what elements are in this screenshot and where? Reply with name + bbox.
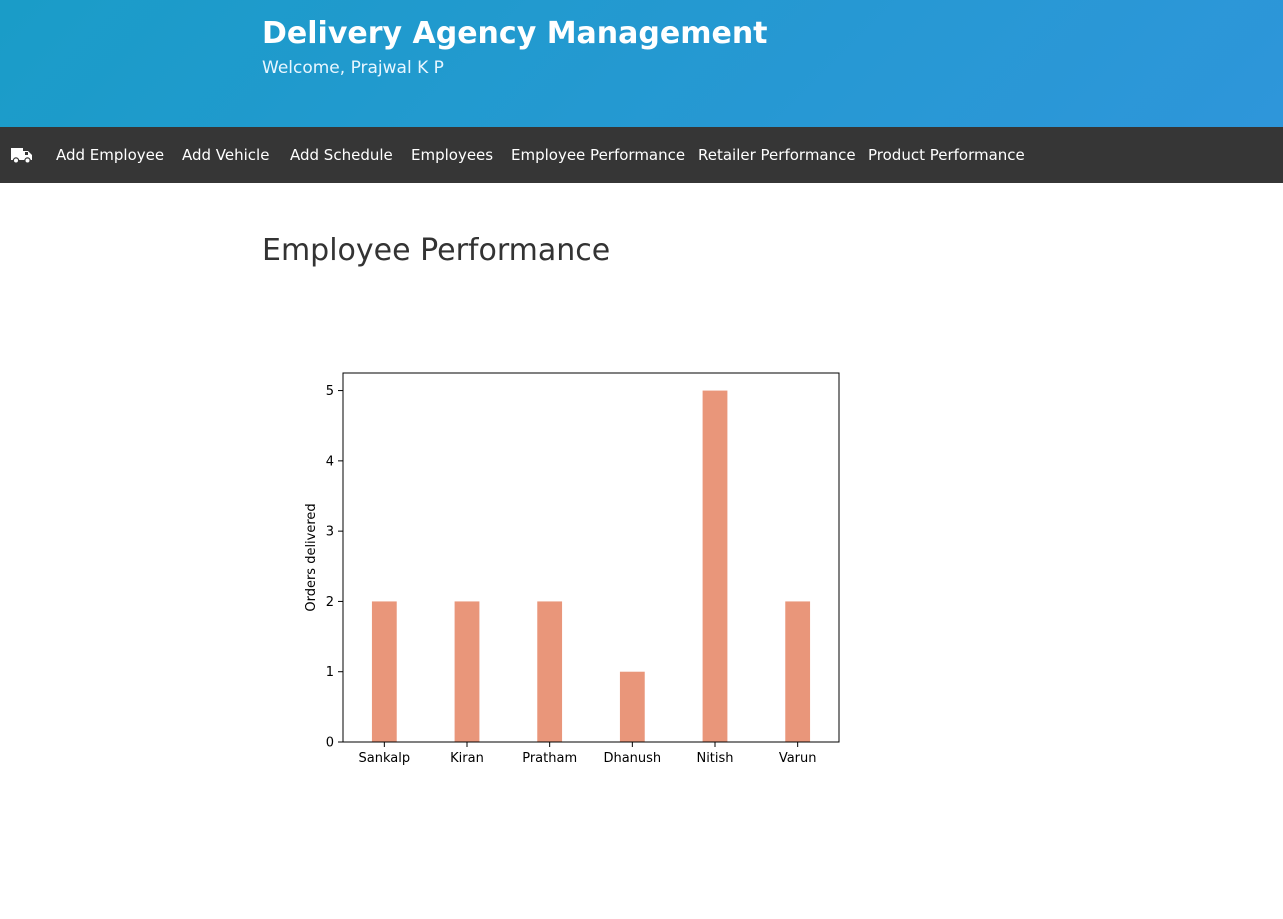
y-tick-label: 4 xyxy=(326,454,334,469)
nav-add-vehicle[interactable]: Add Vehicle xyxy=(182,127,269,183)
bar-varun xyxy=(785,601,811,742)
navbar: Add Employee Add Vehicle Add Schedule Em… xyxy=(0,127,1283,183)
bar-pratham xyxy=(537,601,563,742)
y-tick-label: 0 xyxy=(326,736,334,751)
y-tick-label: 1 xyxy=(326,665,334,680)
bar-sankalp xyxy=(371,601,397,742)
y-tick-label: 5 xyxy=(326,384,334,399)
x-tick-label: Kiran xyxy=(450,751,484,766)
nav-employees[interactable]: Employees xyxy=(411,127,493,183)
bar-dhanush xyxy=(619,671,645,742)
nav-employee-performance[interactable]: Employee Performance xyxy=(511,127,685,183)
x-tick-label: Varun xyxy=(779,751,817,766)
nav-product-performance[interactable]: Product Performance xyxy=(868,127,1025,183)
bar-nitish xyxy=(702,390,728,742)
y-tick-label: 3 xyxy=(326,525,334,540)
nav-retailer-performance[interactable]: Retailer Performance xyxy=(698,127,856,183)
bar-kiran xyxy=(454,601,480,742)
app-header: Delivery Agency Management Welcome, Praj… xyxy=(0,0,1283,127)
y-tick-label: 2 xyxy=(326,595,334,610)
nav-add-employee[interactable]: Add Employee xyxy=(56,127,164,183)
x-tick-label: Dhanush xyxy=(603,751,661,766)
nav-add-schedule[interactable]: Add Schedule xyxy=(290,127,393,183)
x-tick-label: Pratham xyxy=(522,751,577,766)
welcome-message: Welcome, Prajwal K P xyxy=(262,58,444,78)
x-tick-label: Sankalp xyxy=(359,751,411,766)
truck-icon[interactable] xyxy=(11,146,33,164)
plot-frame xyxy=(342,372,840,743)
page-title: Employee Performance xyxy=(262,233,611,268)
x-tick-label: Nitish xyxy=(696,751,733,766)
app-title: Delivery Agency Management xyxy=(262,16,768,51)
y-axis-label: Orders delivered xyxy=(304,503,319,611)
employee-performance-chart: 0 1 2 3 4 5 Sankalp Kiran Pratham Dhanush Nitish Va… xyxy=(304,372,840,766)
